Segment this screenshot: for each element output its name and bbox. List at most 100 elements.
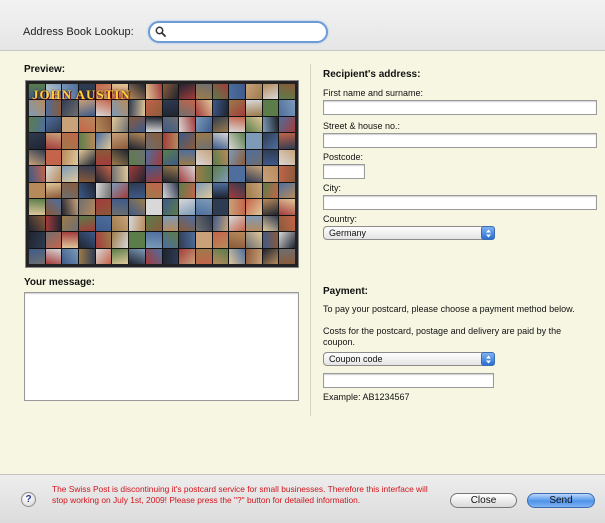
mosaic-photo-tile [262, 248, 279, 264]
mosaic-photo-tile [279, 232, 295, 248]
mosaic-photo-tile [279, 199, 295, 215]
payment-select-arrows-icon[interactable] [481, 352, 495, 366]
mosaic-photo-tile [162, 116, 179, 133]
address-book-search-field[interactable] [148, 21, 328, 43]
mosaic-photo-tile [62, 166, 79, 182]
mosaic-photo-tile [145, 149, 162, 166]
country-select-arrows-icon[interactable] [481, 226, 495, 240]
mosaic-photo-tile [162, 166, 179, 182]
mosaic-photo-tile [229, 215, 245, 232]
mosaic-photo-tile [279, 116, 295, 133]
mosaic-photo-tile [245, 215, 262, 232]
postcode-input[interactable] [324, 165, 364, 178]
mosaic-photo-tile [45, 199, 62, 215]
mosaic-photo-tile [145, 116, 162, 133]
mosaic-photo-tile [145, 166, 162, 182]
mosaic-photo-tile [145, 232, 162, 248]
mosaic-photo-tile [195, 116, 212, 133]
mosaic-photo-tile [162, 248, 179, 264]
mosaic-photo-tile [129, 166, 145, 182]
mosaic-photo-tile [45, 215, 62, 232]
city-field[interactable] [323, 195, 597, 210]
mosaic-photo-tile [212, 84, 229, 100]
mosaic-photo-tile [262, 149, 279, 166]
mosaic-photo-tile [112, 199, 129, 215]
mosaic-photo-tile [245, 149, 262, 166]
mosaic-photo-tile [245, 133, 262, 149]
mosaic-photo-tile [229, 182, 245, 199]
message-textarea[interactable] [25, 293, 298, 400]
mosaic-photo-tile [145, 248, 162, 264]
mosaic-photo-tile [212, 182, 229, 199]
close-button[interactable]: Close [450, 493, 517, 508]
mosaic-photo-tile [229, 248, 245, 264]
name-input[interactable] [324, 101, 596, 114]
payment-method-select[interactable]: Coupon code [323, 352, 495, 366]
coupon-code-input[interactable] [324, 374, 493, 387]
street-input[interactable] [324, 134, 596, 147]
help-button[interactable]: ? [21, 492, 36, 507]
mosaic-photo-tile [79, 182, 95, 199]
mosaic-photo-tile [195, 232, 212, 248]
mosaic-photo-tile [112, 133, 129, 149]
mosaic-photo-tile [45, 232, 62, 248]
mosaic-photo-tile [179, 116, 195, 133]
mosaic-photo-tile [29, 133, 45, 149]
mosaic-photo-tile [79, 166, 95, 182]
mosaic-photo-tile [229, 166, 245, 182]
discontinuation-notice: The Swiss Post is discontinuing it's pos… [52, 484, 428, 505]
mosaic-photo-tile [179, 248, 195, 264]
mosaic-photo-tile [95, 232, 112, 248]
name-label: First name and surname: [323, 88, 424, 98]
mosaic-photo-tile [245, 232, 262, 248]
payment-method-selected-value: Coupon code [329, 354, 383, 364]
mosaic-photo-tile [29, 199, 45, 215]
mosaic-photo-tile [279, 182, 295, 199]
mosaic-photo-tile [129, 248, 145, 264]
mosaic-photo-tile [145, 100, 162, 116]
photo-mosaic [29, 84, 295, 264]
mosaic-photo-tile [245, 84, 262, 100]
mosaic-photo-tile [79, 248, 95, 264]
mosaic-photo-tile [262, 182, 279, 199]
send-button[interactable]: Send [527, 493, 595, 508]
mosaic-photo-tile [245, 100, 262, 116]
mosaic-photo-tile [229, 149, 245, 166]
address-book-search-input[interactable] [170, 24, 324, 40]
city-input[interactable] [324, 196, 596, 209]
mosaic-photo-tile [112, 232, 129, 248]
street-field[interactable] [323, 133, 597, 148]
message-textarea-frame[interactable] [24, 292, 299, 401]
mosaic-photo-tile [262, 84, 279, 100]
recipient-address-heading: Recipient's address: [323, 69, 421, 80]
mosaic-photo-tile [179, 199, 195, 215]
mosaic-photo-tile [45, 133, 62, 149]
mosaic-photo-tile [162, 199, 179, 215]
mosaic-photo-tile [245, 248, 262, 264]
mosaic-photo-tile [129, 149, 145, 166]
mosaic-photo-tile [245, 182, 262, 199]
mosaic-photo-tile [62, 248, 79, 264]
mosaic-photo-tile [262, 100, 279, 116]
mosaic-photo-tile [129, 232, 145, 248]
mosaic-photo-tile [29, 149, 45, 166]
mosaic-photo-tile [179, 166, 195, 182]
updown-arrows-icon [486, 355, 491, 364]
mosaic-photo-tile [262, 232, 279, 248]
mosaic-photo-tile [112, 248, 129, 264]
mosaic-photo-tile [145, 215, 162, 232]
mosaic-photo-tile [229, 232, 245, 248]
mosaic-photo-tile [262, 116, 279, 133]
mosaic-photo-tile [179, 182, 195, 199]
mosaic-photo-tile [45, 116, 62, 133]
mosaic-photo-tile [95, 199, 112, 215]
mosaic-photo-tile [145, 133, 162, 149]
name-field[interactable] [323, 100, 597, 115]
postcode-field[interactable] [323, 164, 365, 179]
help-question-icon: ? [25, 494, 32, 505]
mosaic-photo-tile [95, 182, 112, 199]
coupon-code-field[interactable] [323, 373, 494, 388]
mosaic-photo-tile [195, 248, 212, 264]
country-select[interactable]: Germany [323, 226, 495, 240]
mosaic-photo-tile [179, 149, 195, 166]
